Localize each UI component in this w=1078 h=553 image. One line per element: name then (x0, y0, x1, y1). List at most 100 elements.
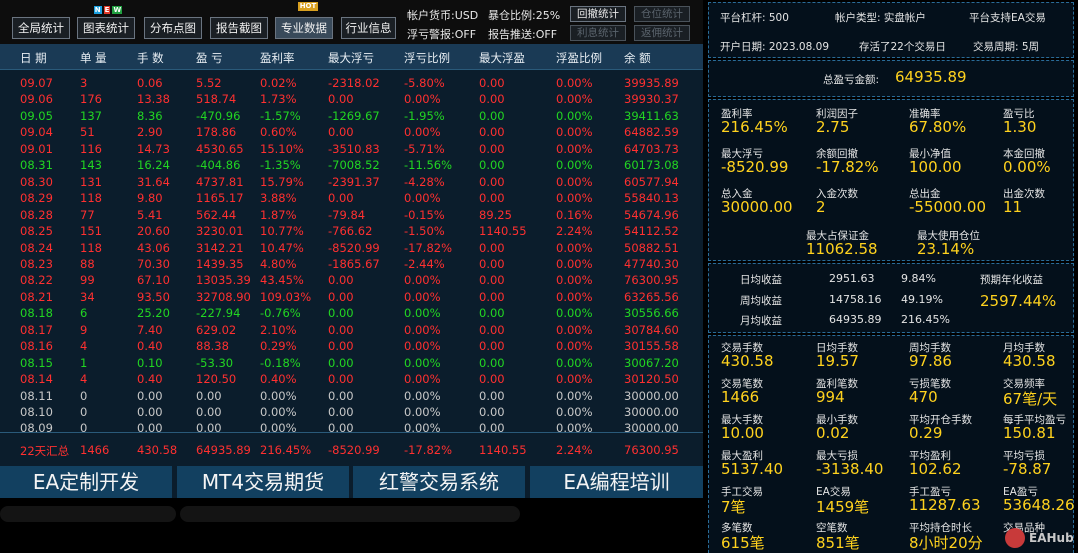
table-cell: 15.79% (260, 174, 304, 189)
chart-stats-button[interactable]: 图表统计 (77, 17, 135, 39)
table-cell: 09.06 (20, 92, 53, 107)
weekly-return-label: 周均收益 (740, 295, 782, 307)
table-cell: 43.06 (137, 240, 170, 255)
table-row[interactable]: 09.04 51 2.90 178.86 0.60% 0.00 0.00% 0.00 0.00%… (0, 123, 703, 140)
table-cell: -766.62 (328, 224, 373, 239)
table-cell: 20.60 (137, 224, 170, 239)
table-row[interactable]: 08.15 1 0.10 -53.30 -0.18% 0.00 0.00% 0.00 0.00%… (0, 354, 703, 371)
table-cell: 1 (80, 355, 88, 370)
table-row[interactable]: 08.11 0 0.00 0.00 0.00% 0.00 0.00% 0.00 0.00% 300… (0, 387, 703, 404)
table-cell: 4 (80, 339, 88, 354)
column-header: 浮亏比例 (404, 51, 450, 65)
table-cell: -11.56% (404, 158, 452, 173)
table-row[interactable]: 08.14 4 0.40 120.50 0.40% 0.00 0.00% 0.00 0.00% 3… (0, 370, 703, 387)
table-cell: 0.00% (556, 158, 593, 173)
table-row[interactable]: 08.24 118 43.06 3142.21 10.47% -8520.99 -17.82… (0, 239, 703, 256)
drawdown-stats-button[interactable]: 回撤统计 (570, 6, 626, 22)
table-cell: 25.20 (137, 306, 170, 321)
table-row[interactable]: 09.07 3 0.06 5.52 0.02% -2318.02 -5.80% 0.00 0.0… (0, 74, 703, 91)
rebate-stats-button[interactable]: 返佣统计 (634, 25, 690, 41)
total-profit-box: 总盈亏金额: 64935.89 (708, 60, 1074, 97)
table-cell: 9 (80, 322, 88, 337)
table-row[interactable]: 08.17 9 7.40 629.02 2.10% 0.00 0.00% 0.00 0.00% 3… (0, 321, 703, 338)
report-screenshot-button[interactable]: 报告截图 (210, 17, 268, 39)
table-cell: -470.96 (196, 108, 241, 123)
table-row[interactable]: 08.16 4 0.40 88.38 0.29% 0.00 0.00% 0.00 0.00% 30… (0, 337, 703, 354)
table-cell: 1165.17 (196, 191, 244, 206)
table-row[interactable]: 08.23 88 70.30 1439.35 4.80% -1865.67 -2.44% 0.… (0, 255, 703, 272)
stat-value: 430.58 (721, 352, 774, 370)
table-cell: 3.88% (260, 191, 297, 206)
table-cell: 13035.39 (196, 273, 251, 288)
monthly-return-pct: 216.45% (901, 313, 950, 326)
banner-ea-training[interactable]: EA编程培训 (530, 466, 703, 498)
table-cell: 0.00% (556, 191, 593, 206)
table-row[interactable]: 08.30 131 31.64 4737.81 15.79% -2391.37 -4.28%… (0, 173, 703, 190)
table-cell: 0.00 (328, 92, 354, 107)
table-cell: 0.00% (556, 174, 593, 189)
table-cell: 08.29 (20, 191, 53, 206)
average-return-box: 日均收益 2951.63 9.84% 周均收益 14758.16 49.19% … (708, 263, 1074, 333)
stat-value: 1466 (721, 388, 760, 406)
table-cell: 64703.73 (624, 141, 679, 156)
table-cell: 4.80% (260, 256, 297, 271)
table-row[interactable]: 08.22 99 67.10 13035.39 43.45% 0.00 0.00% 0.00 0… (0, 271, 703, 288)
industry-info-button[interactable]: 行业信息 (341, 17, 396, 39)
column-header: 单 量 (80, 51, 107, 65)
table-row[interactable]: 09.01 116 14.73 4530.65 15.10% -3510.83 -5.71%… (0, 140, 703, 157)
table-cell: 0.00% (404, 355, 441, 370)
table-cell: 0.00% (556, 306, 593, 321)
trade-detail-box: 交易手数 430.58 日均手数 19.57 周均手数 97.86 月均手数 430.58 交易… (708, 335, 1075, 553)
stat-value: 150.81 (1003, 424, 1056, 442)
table-cell: 3230.01 (196, 224, 244, 239)
monthly-return-value: 64935.89 (829, 313, 882, 326)
table-cell: 0.00% (556, 240, 593, 255)
table-cell: 0.60% (260, 125, 297, 140)
table-cell: 0.00 (328, 306, 354, 321)
table-row[interactable]: 08.29 118 9.80 1165.17 3.88% 0.00 0.00% 0.00 0.0… (0, 189, 703, 206)
position-stats-button[interactable]: 仓位统计 (634, 6, 690, 22)
table-cell: 0.00% (556, 289, 593, 304)
distribution-chart-button[interactable]: 分布点图 (144, 17, 202, 39)
table-cell: 0.00 (328, 125, 354, 140)
table-row[interactable]: 09.05 137 8.36 -470.96 -1.57% -1269.67 -1.95% 0… (0, 107, 703, 124)
open-date: 开户日期: 2023.08.09 (720, 41, 829, 53)
table-cell: 09.07 (20, 76, 53, 90)
table-cell: 0.00 (328, 322, 354, 337)
stat-value: 67.80% (909, 118, 967, 136)
table-row[interactable]: 08.18 6 25.20 -227.94 -0.76% 0.00 0.00% 0.00 0.0… (0, 304, 703, 321)
table-cell: 47740.30 (624, 256, 679, 271)
table-cell: 0.00 (328, 273, 354, 288)
table-cell: 0.00 (479, 273, 505, 288)
table-cell: 08.15 (20, 355, 53, 370)
column-header: 浮盈比例 (556, 51, 602, 65)
trade-statistics-panel: 全局统计 图表统计 NEW 分布点图 报告截图 专业数据 HOT 行业信息 帐户… (0, 0, 703, 553)
table-row[interactable]: 08.28 77 5.41 562.44 1.87% -79.84 -0.15% 89.25 0… (0, 206, 703, 223)
table-cell: 15.10% (260, 141, 304, 156)
interest-stats-button[interactable]: 利息统计 (570, 25, 626, 41)
table-cell: 0.00% (404, 388, 441, 403)
stat-value: 470 (909, 388, 938, 406)
table-cell: 0 (80, 405, 88, 419)
stat-value: -8520.99 (721, 158, 789, 176)
table-cell: 54112.52 (624, 224, 679, 239)
table-row[interactable]: 08.10 0 0.00 0.00 0.00% 0.00 0.00% 0.00 0.00% 300… (0, 403, 703, 420)
blurred-bar (180, 506, 520, 522)
table-row[interactable]: 08.31 143 16.24 -404.86 -1.35% -7008.52 -11.56… (0, 156, 703, 173)
table-cell: 0.00 (479, 191, 505, 206)
table-cell: 50882.51 (624, 240, 679, 255)
banner-mt4-futures[interactable]: MT4交易期货 (177, 466, 349, 498)
banner-ea-custom[interactable]: EA定制开发 (0, 466, 172, 498)
summary-cell: 1140.55 (479, 443, 527, 457)
table-cell: 0.00 (479, 339, 505, 354)
table-row[interactable]: 08.21 34 93.50 32708.90 109.03% 0.00 0.00% 0.00… (0, 288, 703, 305)
summary-row: 22天汇总 1466 430.58 64935.89 216.45% -8520.99 -1… (0, 432, 703, 464)
table-cell: 30000.00 (624, 388, 679, 403)
banner-redalert-system[interactable]: 红警交易系统 (353, 466, 525, 498)
table-cell: 0.00% (556, 322, 593, 337)
table-row[interactable]: 09.06 176 13.38 518.74 1.73% 0.00 0.00% 0.00 0.0… (0, 90, 703, 107)
professional-data-button[interactable]: 专业数据 (275, 17, 333, 39)
account-summary-panel: 平台杠杆: 500 帐户类型: 实盘帐户 平台支持EA交易 开户日期: 2023… (703, 0, 1078, 553)
table-row[interactable]: 08.25 151 20.60 3230.01 10.77% -766.62 -1.50% 1… (0, 222, 703, 239)
global-stats-button[interactable]: 全局统计 (12, 17, 70, 39)
